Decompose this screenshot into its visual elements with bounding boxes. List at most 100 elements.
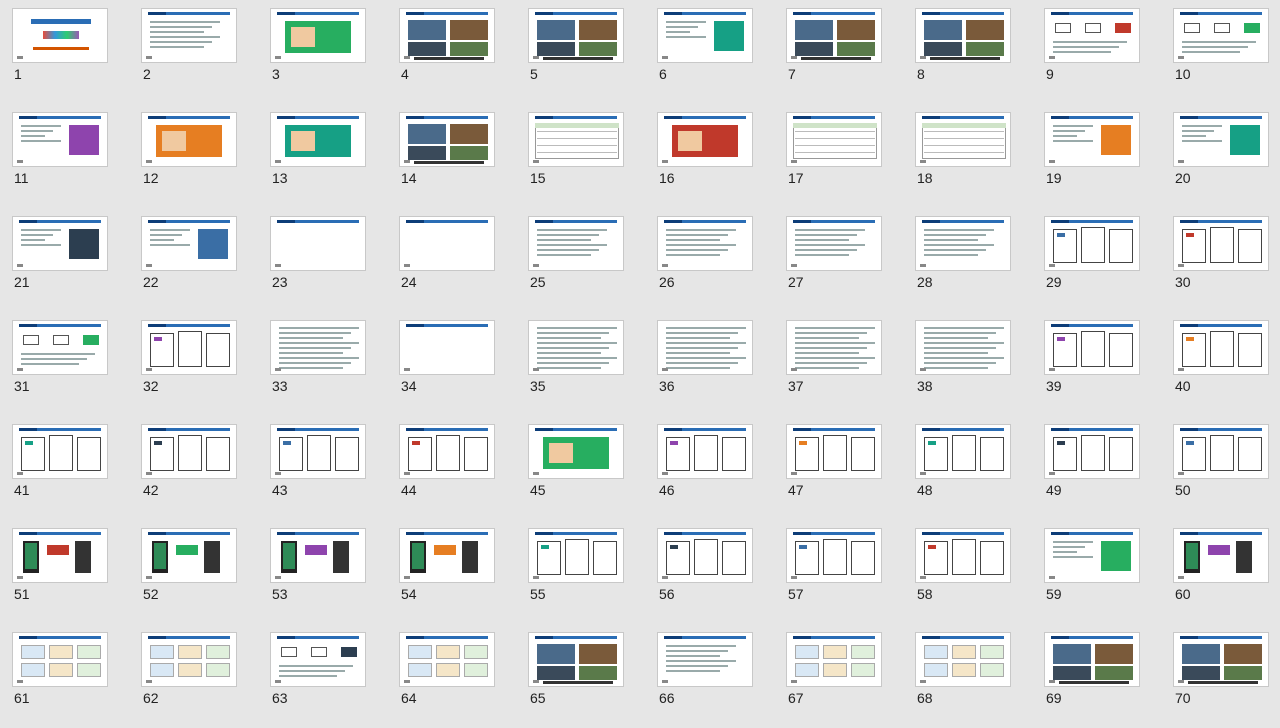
slide-thumbnail-item[interactable]: 31 <box>0 312 129 416</box>
slide-preview[interactable] <box>915 424 1011 479</box>
slide-preview[interactable] <box>786 320 882 375</box>
slide-thumbnail-item[interactable]: 38 <box>903 312 1032 416</box>
slide-preview[interactable] <box>1173 528 1269 583</box>
slide-preview[interactable] <box>657 8 753 63</box>
slide-thumbnail-item[interactable]: 3 <box>258 0 387 104</box>
slide-preview[interactable] <box>270 632 366 687</box>
slide-preview[interactable] <box>786 424 882 479</box>
slide-preview[interactable] <box>1044 112 1140 167</box>
slide-preview[interactable] <box>915 632 1011 687</box>
slide-preview[interactable] <box>141 424 237 479</box>
slide-thumbnail-item[interactable]: 1 <box>0 0 129 104</box>
slide-preview[interactable] <box>12 632 108 687</box>
slide-thumbnail-item[interactable]: 6 <box>645 0 774 104</box>
slide-thumbnail-item[interactable]: 29 <box>1032 208 1161 312</box>
slide-preview[interactable] <box>270 424 366 479</box>
slide-thumbnail-item[interactable]: 7 <box>774 0 903 104</box>
slide-thumbnail-item[interactable]: 17 <box>774 104 903 208</box>
slide-thumbnail-item[interactable]: 42 <box>129 416 258 520</box>
slide-thumbnail-item[interactable]: 12 <box>129 104 258 208</box>
slide-preview[interactable] <box>270 216 366 271</box>
slide-preview[interactable] <box>1044 320 1140 375</box>
slide-thumbnail-item[interactable]: 33 <box>258 312 387 416</box>
slide-preview[interactable] <box>1044 528 1140 583</box>
slide-thumbnail-item[interactable]: 60 <box>1161 520 1280 624</box>
slide-thumbnail-item[interactable]: 61 <box>0 624 129 728</box>
slide-preview[interactable] <box>657 632 753 687</box>
slide-thumbnail-item[interactable]: 28 <box>903 208 1032 312</box>
slide-thumbnail-item[interactable]: 65 <box>516 624 645 728</box>
slide-preview[interactable] <box>141 216 237 271</box>
slide-preview[interactable] <box>528 528 624 583</box>
slide-thumbnail-item[interactable]: 52 <box>129 520 258 624</box>
slide-preview[interactable] <box>528 424 624 479</box>
slide-thumbnail-item[interactable]: 20 <box>1161 104 1280 208</box>
slide-preview[interactable] <box>399 112 495 167</box>
slide-thumbnail-item[interactable]: 19 <box>1032 104 1161 208</box>
slide-thumbnail-item[interactable]: 16 <box>645 104 774 208</box>
slide-thumbnail-item[interactable]: 64 <box>387 624 516 728</box>
slide-thumbnail-item[interactable]: 14 <box>387 104 516 208</box>
slide-preview[interactable] <box>12 320 108 375</box>
slide-thumbnail-item[interactable]: 63 <box>258 624 387 728</box>
slide-thumbnail-item[interactable]: 9 <box>1032 0 1161 104</box>
slide-thumbnail-item[interactable]: 47 <box>774 416 903 520</box>
slide-preview[interactable] <box>915 112 1011 167</box>
slide-thumbnail-item[interactable]: 10 <box>1161 0 1280 104</box>
slide-preview[interactable] <box>12 528 108 583</box>
slide-preview[interactable] <box>657 528 753 583</box>
slide-thumbnail-item[interactable]: 58 <box>903 520 1032 624</box>
slide-preview[interactable] <box>270 320 366 375</box>
slide-thumbnail-item[interactable]: 22 <box>129 208 258 312</box>
slide-thumbnail-item[interactable]: 13 <box>258 104 387 208</box>
slide-preview[interactable] <box>1173 632 1269 687</box>
slide-thumbnail-item[interactable]: 30 <box>1161 208 1280 312</box>
slide-preview[interactable] <box>1173 8 1269 63</box>
slide-thumbnail-item[interactable]: 45 <box>516 416 645 520</box>
slide-preview[interactable] <box>1173 112 1269 167</box>
slide-preview[interactable] <box>141 8 237 63</box>
slide-preview[interactable] <box>915 320 1011 375</box>
slide-preview[interactable] <box>270 112 366 167</box>
slide-thumbnail-item[interactable]: 24 <box>387 208 516 312</box>
slide-thumbnail-item[interactable]: 26 <box>645 208 774 312</box>
slide-preview[interactable] <box>12 8 108 63</box>
slide-preview[interactable] <box>915 528 1011 583</box>
slide-preview[interactable] <box>786 8 882 63</box>
slide-thumbnail-item[interactable]: 70 <box>1161 624 1280 728</box>
slide-preview[interactable] <box>786 528 882 583</box>
slide-preview[interactable] <box>1173 216 1269 271</box>
slide-preview[interactable] <box>915 8 1011 63</box>
slide-preview[interactable] <box>657 424 753 479</box>
slide-thumbnail-item[interactable]: 66 <box>645 624 774 728</box>
slide-thumbnail-item[interactable]: 55 <box>516 520 645 624</box>
slide-preview[interactable] <box>399 320 495 375</box>
slide-thumbnail-item[interactable]: 49 <box>1032 416 1161 520</box>
slide-thumbnail-item[interactable]: 59 <box>1032 520 1161 624</box>
slide-preview[interactable] <box>399 8 495 63</box>
slide-preview[interactable] <box>141 528 237 583</box>
slide-thumbnail-item[interactable]: 36 <box>645 312 774 416</box>
slide-preview[interactable] <box>399 528 495 583</box>
slide-thumbnail-item[interactable]: 4 <box>387 0 516 104</box>
slide-thumbnail-item[interactable]: 23 <box>258 208 387 312</box>
slide-thumbnail-item[interactable]: 21 <box>0 208 129 312</box>
slide-preview[interactable] <box>528 216 624 271</box>
slide-preview[interactable] <box>1173 424 1269 479</box>
slide-thumbnail-item[interactable]: 35 <box>516 312 645 416</box>
slide-preview[interactable] <box>141 112 237 167</box>
slide-thumbnail-item[interactable]: 68 <box>903 624 1032 728</box>
slide-thumbnail-item[interactable]: 50 <box>1161 416 1280 520</box>
slide-preview[interactable] <box>1044 632 1140 687</box>
slide-preview[interactable] <box>528 320 624 375</box>
slide-preview[interactable] <box>12 424 108 479</box>
slide-preview[interactable] <box>12 216 108 271</box>
slide-thumbnail-item[interactable]: 67 <box>774 624 903 728</box>
slide-preview[interactable] <box>1044 8 1140 63</box>
slide-thumbnail-item[interactable]: 40 <box>1161 312 1280 416</box>
slide-preview[interactable] <box>786 216 882 271</box>
slide-preview[interactable] <box>399 632 495 687</box>
slide-preview[interactable] <box>657 112 753 167</box>
slide-preview[interactable] <box>786 632 882 687</box>
slide-thumbnail-item[interactable]: 37 <box>774 312 903 416</box>
